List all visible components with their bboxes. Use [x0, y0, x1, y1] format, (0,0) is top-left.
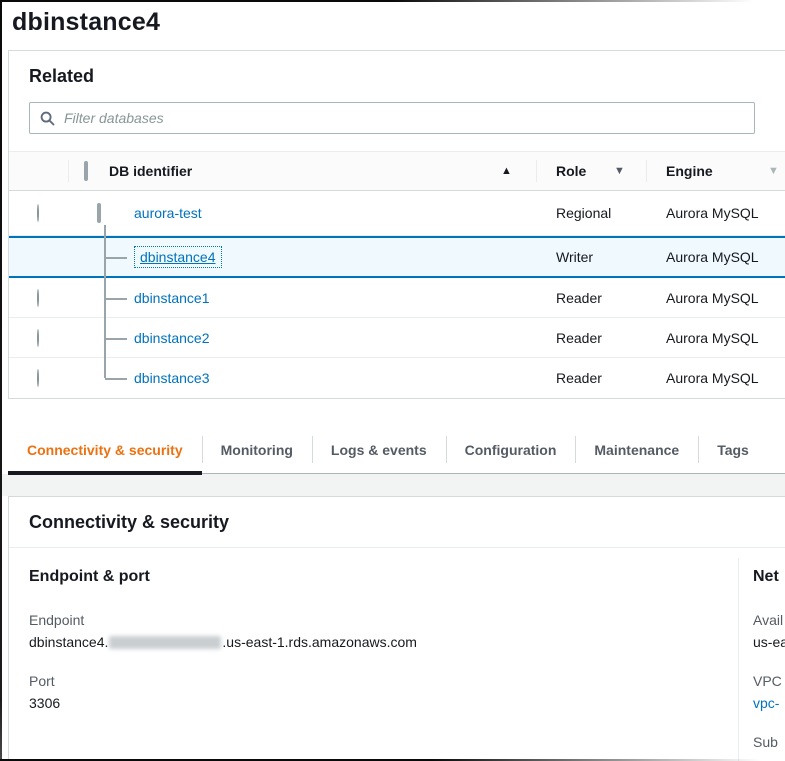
tab-monitoring[interactable]: Monitoring: [202, 426, 312, 473]
search-icon: [40, 111, 55, 126]
radio-dbinstance1[interactable]: [37, 289, 39, 307]
engine-value: Aurora MySQL: [666, 249, 759, 265]
tab-tags[interactable]: Tags: [698, 426, 768, 473]
filter-databases-box[interactable]: [29, 102, 755, 134]
network-section-partial: Net Avail us-ea VPC vpc- Sub: [753, 568, 785, 761]
availability-zone-field: Avail us-ea: [753, 612, 785, 650]
role-value: Writer: [556, 249, 593, 265]
endpoint-label: Endpoint: [29, 612, 785, 628]
header-divider: [536, 160, 537, 182]
endpoint-value: dbinstance4..us-east-1.rds.amazonaws.com: [29, 634, 785, 650]
page-background-strip: [0, 474, 785, 496]
page-title: dbinstance4: [0, 0, 785, 37]
column-db-identifier[interactable]: DB identifier: [109, 163, 192, 179]
role-value: Reader: [556, 290, 602, 306]
redacted-blur: [109, 636, 221, 649]
network-heading: Net: [753, 568, 785, 586]
availability-zone-label: Avail: [753, 612, 785, 628]
collapse-cluster-icon[interactable]: [97, 203, 101, 223]
db-link-dbinstance3[interactable]: dbinstance3: [134, 370, 210, 386]
header-divider: [68, 160, 69, 182]
subnet-field: Sub: [753, 734, 785, 750]
table-row-selected: dbinstance4 Writer Aurora MySQL: [9, 236, 785, 278]
engine-value: Aurora MySQL: [666, 205, 759, 221]
engine-value: Aurora MySQL: [666, 370, 759, 386]
table-row: aurora-test Regional Aurora MySQL: [9, 191, 785, 236]
db-link-dbinstance4[interactable]: dbinstance4: [134, 246, 222, 268]
role-filter-icon[interactable]: ▼: [614, 165, 625, 177]
sort-ascending-icon[interactable]: ▲: [501, 165, 512, 177]
db-link-dbinstance2[interactable]: dbinstance2: [134, 330, 210, 346]
column-engine[interactable]: Engine: [666, 163, 713, 179]
table-body: aurora-test Regional Aurora MySQL dbinst…: [9, 191, 785, 398]
engine-value: Aurora MySQL: [666, 290, 759, 306]
radio-dbinstance3[interactable]: [37, 369, 39, 387]
engine-filter-icon[interactable]: ▼: [768, 165, 779, 177]
tab-logs-events[interactable]: Logs & events: [312, 426, 446, 473]
column-role[interactable]: Role: [556, 163, 586, 179]
tab-maintenance[interactable]: Maintenance: [575, 426, 698, 473]
header-divider: [646, 160, 647, 182]
rds-console-screenshot: dbinstance4 Related DB identifier ▲ Role…: [0, 0, 785, 761]
related-panel: Related DB identifier ▲ Role ▼ Engine ▼: [8, 50, 785, 399]
endpoint-port-section: Endpoint & port Endpoint dbinstance4..us…: [29, 568, 785, 711]
table-header-row: DB identifier ▲ Role ▼ Engine ▼: [9, 151, 785, 191]
screenshot-frame-left: [0, 0, 2, 761]
vpc-link[interactable]: vpc-: [753, 695, 779, 711]
table-row: dbinstance1 Reader Aurora MySQL: [9, 278, 785, 318]
vpc-field: VPC vpc-: [753, 673, 785, 711]
table-row: dbinstance2 Reader Aurora MySQL: [9, 318, 785, 358]
related-heading: Related: [29, 66, 785, 87]
role-value: Reader: [556, 330, 602, 346]
detail-panel-heading: Connectivity & security: [9, 497, 785, 548]
port-value: 3306: [29, 695, 785, 711]
table-row: dbinstance3 Reader Aurora MySQL: [9, 358, 785, 398]
connectivity-security-panel: Connectivity & security Endpoint & port …: [8, 496, 785, 761]
radio-aurora-test[interactable]: [37, 204, 39, 222]
db-link-aurora-test[interactable]: aurora-test: [134, 205, 202, 221]
filter-databases-input[interactable]: [64, 110, 744, 126]
role-value: Regional: [556, 205, 611, 221]
subnet-label: Sub: [753, 734, 785, 750]
availability-zone-value: us-ea: [753, 634, 785, 650]
radio-dbinstance2[interactable]: [37, 329, 39, 347]
column-divider: [738, 558, 739, 761]
vpc-label: VPC: [753, 673, 785, 689]
endpoint-port-heading: Endpoint & port: [29, 568, 785, 586]
tab-configuration[interactable]: Configuration: [446, 426, 576, 473]
collapse-all-icon[interactable]: [84, 161, 88, 181]
screenshot-frame-top: [0, 0, 785, 2]
port-label: Port: [29, 673, 785, 689]
role-value: Reader: [556, 370, 602, 386]
db-link-dbinstance1[interactable]: dbinstance1: [134, 290, 210, 306]
tab-bar: Connectivity & security Monitoring Logs …: [8, 426, 785, 474]
port-field: Port 3306: [29, 673, 785, 711]
tab-connectivity-security[interactable]: Connectivity & security: [8, 426, 202, 473]
endpoint-field: Endpoint dbinstance4..us-east-1.rds.amaz…: [29, 612, 785, 650]
engine-value: Aurora MySQL: [666, 330, 759, 346]
